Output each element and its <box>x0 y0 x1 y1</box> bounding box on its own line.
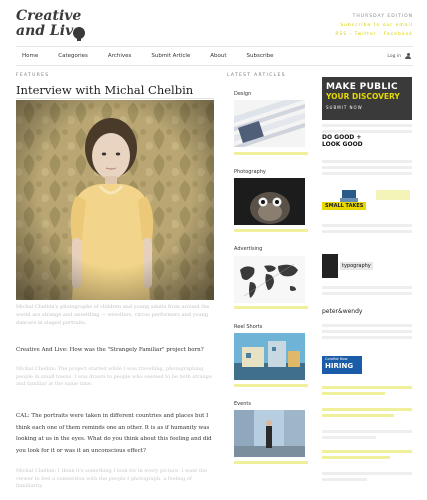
ad-headline: MAKE PUBLIC <box>326 82 398 92</box>
reel-shorts-thumbnail[interactable] <box>234 333 305 380</box>
login-link[interactable]: Log in <box>387 52 413 60</box>
subscribe-email-link[interactable]: Subscribe to our email <box>335 21 413 30</box>
events-thumbnail[interactable] <box>234 410 305 457</box>
category-advertising[interactable]: Advertising <box>234 246 262 252</box>
edition-label: THURSDAY EDITION <box>352 14 413 19</box>
reel-shorts-caption-bar <box>234 384 308 389</box>
features-label: FEATURES <box>16 73 50 78</box>
social-links[interactable]: RSS · Twitter · Facebook <box>335 30 413 39</box>
nav-subscribe[interactable]: Subscribe <box>247 53 274 59</box>
title-divider <box>16 98 214 99</box>
lightbulb-icon <box>73 27 85 41</box>
design-thumbnail[interactable] <box>234 100 305 147</box>
sidebar-highlight-links-3[interactable] <box>322 450 412 462</box>
edition-info: THURSDAY EDITION Subscribe to our email … <box>335 12 413 39</box>
nav-categories[interactable]: Categories <box>58 53 88 59</box>
photography-thumbnail[interactable] <box>234 178 305 225</box>
sidebar-faded-text-1 <box>322 430 412 442</box>
site-logo[interactable]: Creative and Live <box>16 8 96 41</box>
ad-submit-now[interactable]: SUBMIT NOW <box>326 105 408 110</box>
advertising-caption-bar <box>234 306 308 311</box>
typography-faded-text <box>322 286 412 298</box>
interview-question-1: Creative And Live: How was the "Strangel… <box>16 347 204 353</box>
typography-logo-block <box>322 254 338 278</box>
sidebar-highlight-links-2[interactable] <box>322 408 412 420</box>
typography-ad[interactable]: typography <box>322 254 412 278</box>
login-label: Log in <box>387 53 401 59</box>
nav-home[interactable]: Home <box>22 53 38 59</box>
ad-subheadline: YOUR DISCOVERY <box>326 92 400 101</box>
sidebar-highlight-links-1[interactable] <box>322 386 412 398</box>
latest-articles-label: LATEST ARTICLES <box>227 73 286 78</box>
dogood-line-2: LOOK GOOD <box>322 141 363 148</box>
article-title[interactable]: Interview with Michal Chelbin <box>16 83 193 97</box>
sidebar-faded-text-2 <box>322 472 412 484</box>
small-takes-ad[interactable]: SMALL TAKES <box>322 184 412 214</box>
category-design[interactable]: Design <box>234 91 251 97</box>
photography-caption-bar <box>234 229 308 234</box>
nav-archives[interactable]: Archives <box>108 53 131 59</box>
design-caption-bar <box>234 152 308 157</box>
logo-line-1: Creative <box>16 8 82 24</box>
advertising-thumbnail[interactable] <box>234 256 305 303</box>
nav-submit-article[interactable]: Submit Article <box>151 53 190 59</box>
peter-wendy-label: peter&wendy <box>322 308 363 315</box>
article-caption: Michal Chelbin's photographs of children… <box>16 304 210 326</box>
category-reel-shorts[interactable]: Reel Shorts <box>234 324 262 330</box>
peter-wendy-ad[interactable]: peter&wendy <box>322 308 412 320</box>
user-icon <box>405 52 411 60</box>
coroflot-hiring-ad[interactable]: Coroflot Now HIRING <box>322 356 362 374</box>
typography-label: typography <box>340 262 373 270</box>
interview-question-2: CAL: The portraits were taken in differe… <box>16 413 212 454</box>
hiring-label: HIRING <box>325 362 354 370</box>
nav-about[interactable]: About <box>210 53 226 59</box>
article-hero-photo <box>16 100 214 300</box>
category-photography[interactable]: Photography <box>234 169 266 175</box>
events-caption-bar <box>234 461 308 466</box>
dogood-faded-text <box>322 160 412 178</box>
interview-answer-2: Michal Chelbin: I think it's something I… <box>16 468 208 489</box>
peter-wendy-faded-text <box>322 324 412 342</box>
dogood-line-1: DO GOOD + <box>322 134 362 141</box>
small-takes-label: SMALL TAKES <box>322 202 367 210</box>
do-good-look-good-ad[interactable]: DO GOOD + LOOK GOOD <box>322 134 382 152</box>
small-takes-faded-text <box>322 224 412 236</box>
make-public-ad[interactable]: MAKE PUBLIC YOUR DISCOVERY SUBMIT NOW <box>322 77 412 120</box>
interview-answer-1: Michal Chelbin: The project started whil… <box>16 366 212 387</box>
main-nav: Home Categories Archives Submit Article … <box>16 46 413 66</box>
category-events[interactable]: Events <box>234 401 251 407</box>
